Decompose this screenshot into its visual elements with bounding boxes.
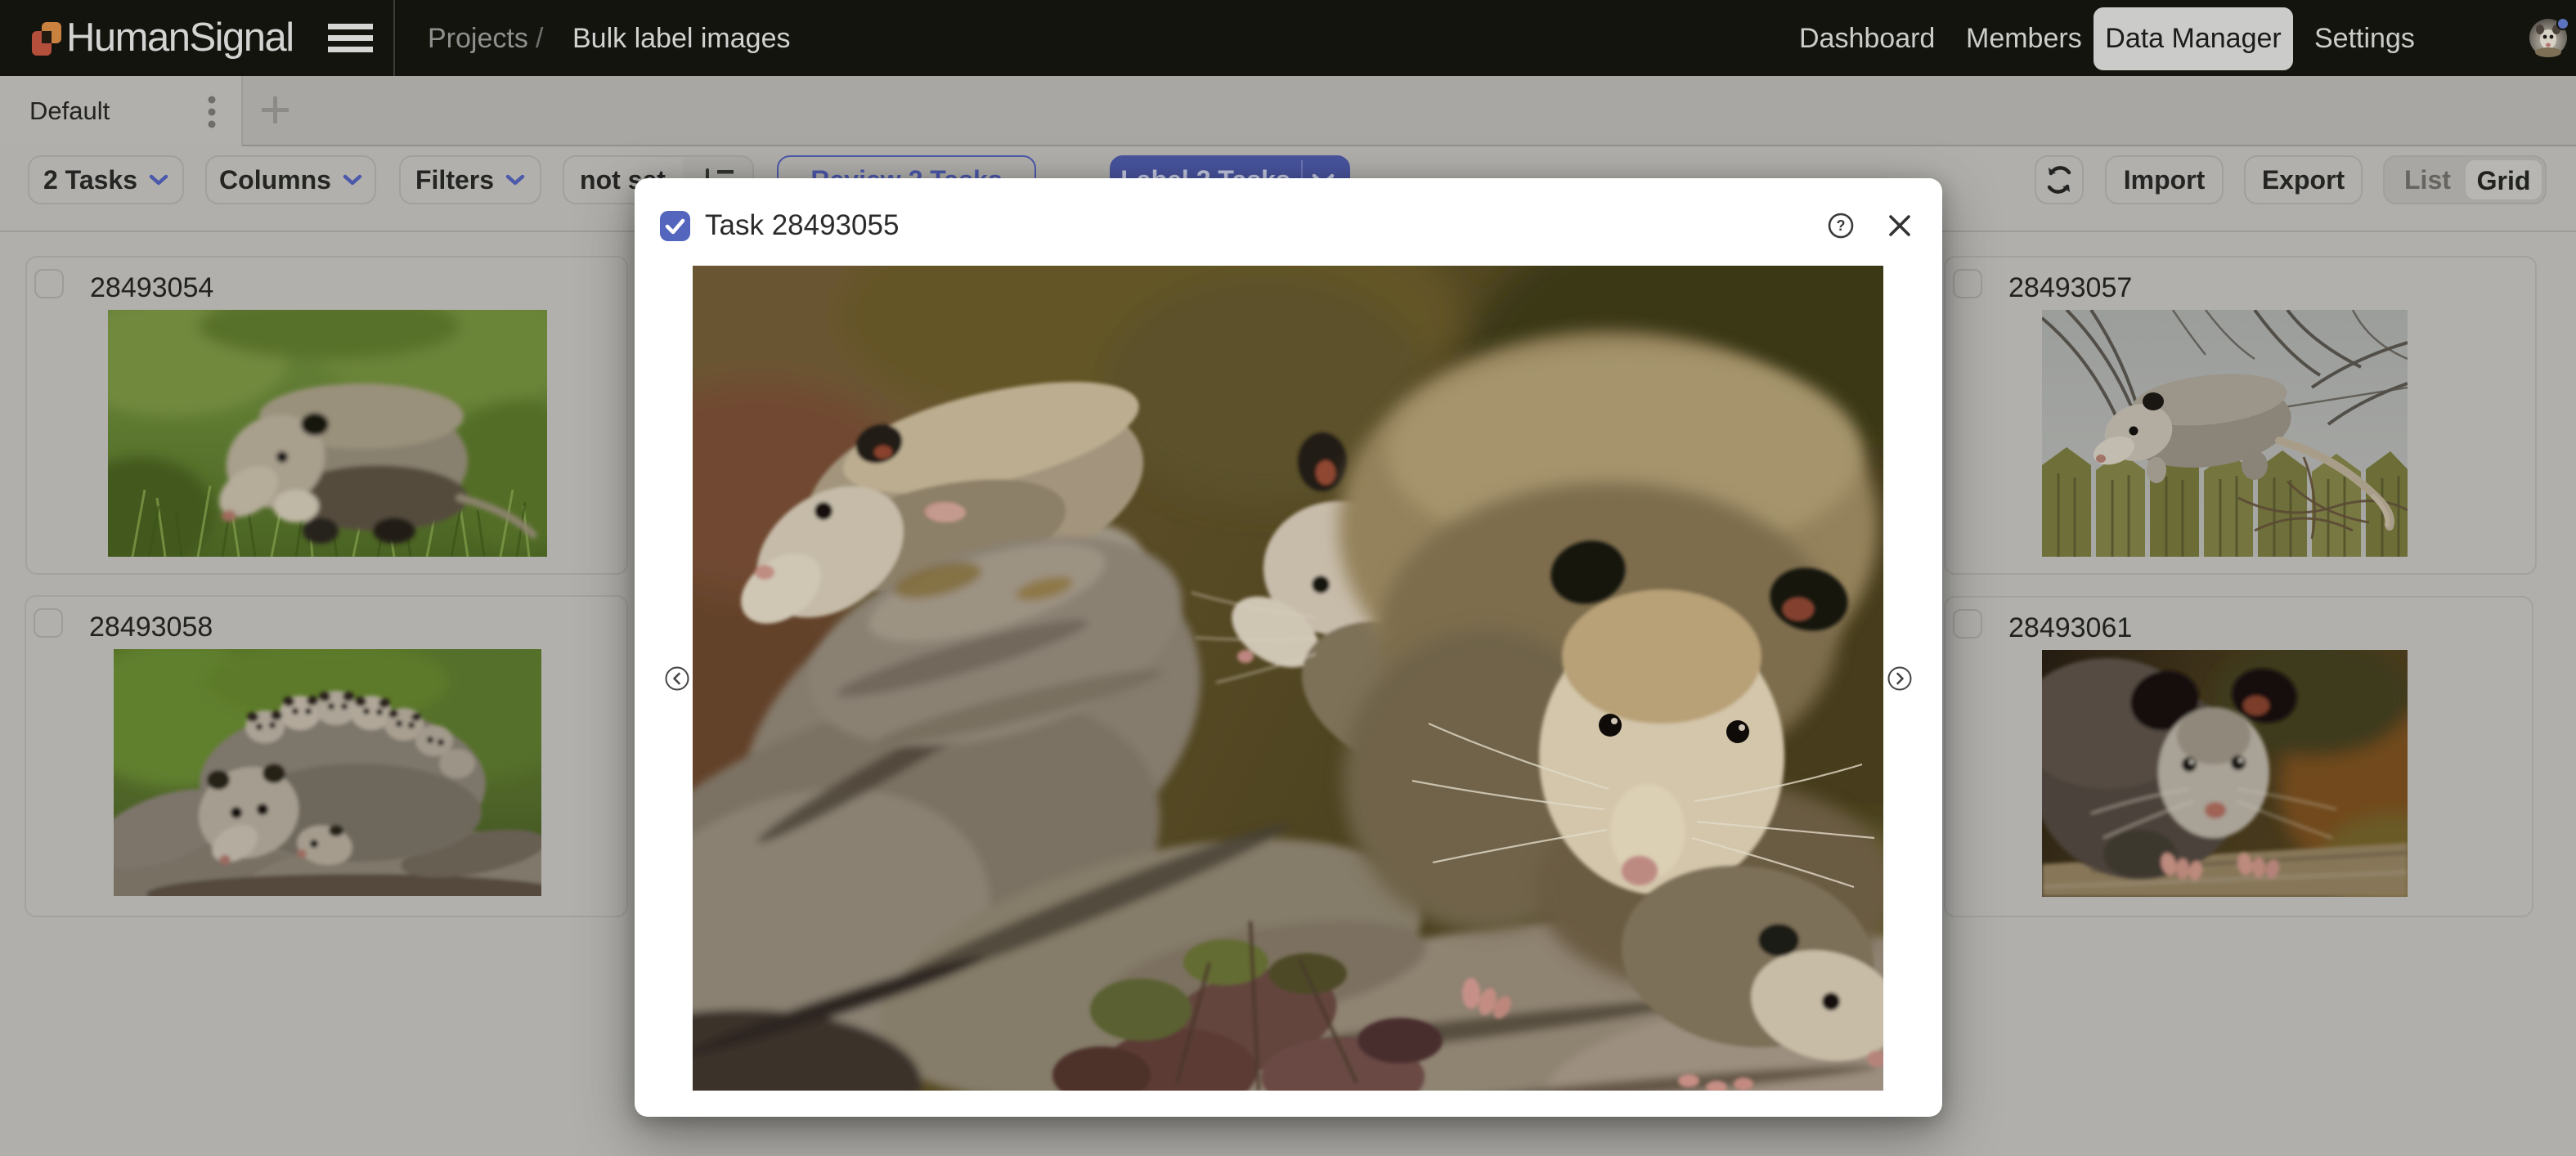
svg-text:?: ? (1837, 217, 1846, 234)
